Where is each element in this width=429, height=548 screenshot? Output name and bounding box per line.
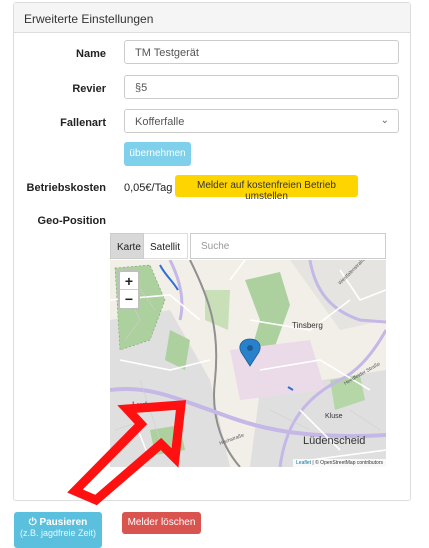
betriebskosten-value: 0,05€/Tag: [124, 182, 173, 194]
tab-satellit[interactable]: Satellit: [144, 233, 188, 259]
panel-title: Erweiterte Einstellungen: [14, 3, 410, 33]
map-attribution: Leaflet | © OpenStreetMap contributors: [293, 459, 386, 467]
map-canvas[interactable]: Tinsberg Ludenscheid Kluse Lüdenscheid W…: [110, 260, 386, 467]
place-label: Lüdenscheid: [303, 435, 365, 447]
chevron-down-icon: ⌄: [380, 115, 389, 126]
geo-position-label: Geo-Position: [37, 215, 106, 227]
fallenart-value: Kofferfalle: [135, 116, 185, 128]
pause-button[interactable]: ⏻ Pausieren (z.B. jagdfreie Zeit): [14, 512, 102, 548]
map-zoom-control: + −: [118, 270, 140, 310]
street-label: Hochstraße: [219, 432, 246, 447]
zoom-out-button[interactable]: −: [120, 290, 138, 308]
place-label: Tinsberg: [292, 321, 323, 330]
map-search-input[interactable]: Suche: [190, 233, 386, 259]
place-label: Kluse: [325, 413, 343, 420]
place-label: Ludenscheid: [132, 400, 183, 410]
free-mode-button[interactable]: Melder auf kostenfreien Betrieb umstelle…: [175, 175, 358, 202]
delete-detector-button[interactable]: Melder löschen: [122, 512, 201, 534]
name-field[interactable]: TM Testgerät: [124, 40, 399, 64]
tab-karte[interactable]: Karte: [110, 233, 144, 259]
zoom-in-button[interactable]: +: [120, 272, 138, 290]
pause-label: Pausieren: [39, 517, 88, 528]
betriebskosten-label: Betriebskosten: [26, 182, 106, 194]
revier-field[interactable]: §5: [124, 75, 399, 99]
name-label: Name: [76, 48, 106, 60]
fallenart-select[interactable]: Kofferfalle ⌄: [124, 109, 399, 133]
osm-attribution: | © OpenStreetMap contributors: [312, 460, 383, 466]
map-widget: Karte Satellit Suche Tinsberg Ludenschei…: [110, 233, 386, 467]
pause-sublabel: (z.B. jagdfreie Zeit): [19, 528, 97, 538]
revier-label: Revier: [72, 83, 106, 95]
map-tiles: Tinsberg Ludenscheid Kluse Lüdenscheid W…: [110, 260, 386, 467]
power-icon: ⏻: [28, 517, 37, 528]
leaflet-link[interactable]: Leaflet: [296, 460, 311, 466]
apply-button[interactable]: übernehmen: [124, 142, 191, 166]
fallenart-label: Fallenart: [60, 117, 106, 129]
